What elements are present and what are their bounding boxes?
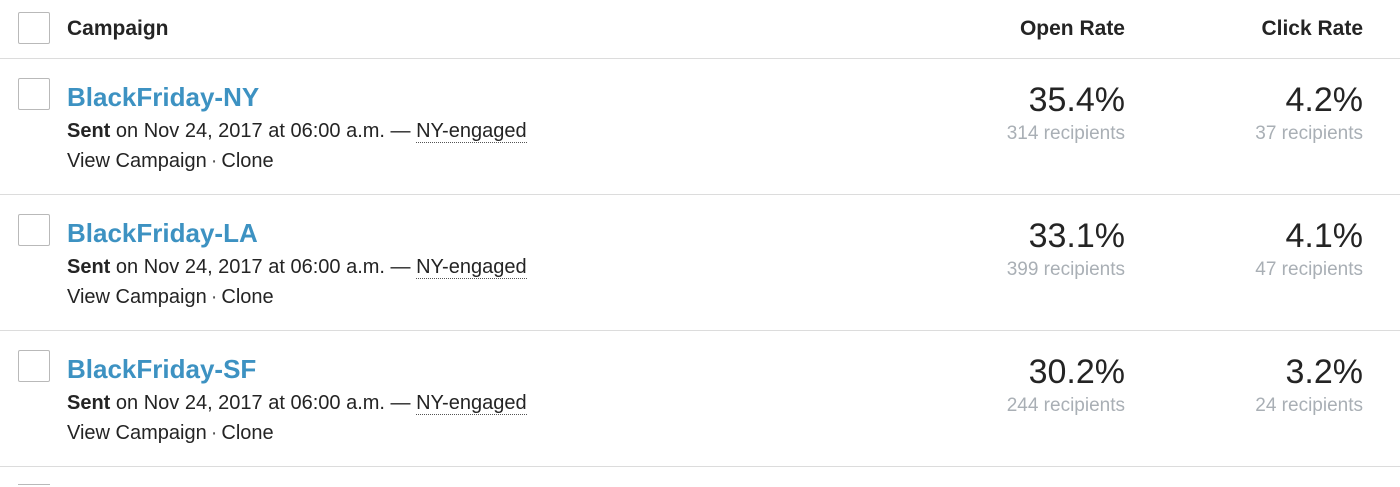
open-recipients: 244 recipients [1006,395,1125,416]
open-rate-value: 35.4% [1028,81,1125,119]
open-rate-value: 33.1% [1028,217,1125,255]
click-recipients: 47 recipients [1255,259,1363,280]
sent-label: Sent [67,256,111,278]
open-recipients: 399 recipients [1006,259,1125,280]
row-checkbox[interactable] [18,78,50,110]
sent-label: Sent [67,392,111,414]
row-actions: View Campaign · Clone [67,421,274,445]
row-checkbox[interactable] [18,350,50,382]
click-rate-column-header[interactable]: Click Rate [1261,16,1363,42]
segment-link[interactable]: NY-engaged [416,120,527,143]
sent-info: Sent on Nov 24, 2017 at 06:00 a.m. — NY-… [67,119,527,143]
open-recipients: 314 recipients [1006,123,1125,144]
sent-detail: on Nov 24, 2017 at 06:00 a.m. — [110,256,417,278]
view-campaign-link[interactable]: View Campaign [67,150,207,172]
campaign-name-link[interactable]: BlackFriday-LA [67,218,258,248]
row-actions: View Campaign · Clone [67,149,274,173]
view-campaign-link[interactable]: View Campaign [67,422,207,444]
action-separator: · [210,150,218,172]
table-header: Campaign Open Rate Click Rate [0,0,1400,59]
campaign-name-link[interactable]: BlackFriday-SF [67,354,256,384]
clone-link[interactable]: Clone [221,150,273,172]
click-recipients: 37 recipients [1255,123,1363,144]
campaign-name-link[interactable]: BlackFriday-NY [67,82,259,112]
click-rate-value: 4.2% [1285,81,1364,119]
action-separator: · [210,422,218,444]
click-rate-value: 4.1% [1285,217,1364,255]
segment-link[interactable]: NY-engaged [416,256,527,279]
sent-label: Sent [67,120,111,142]
sent-info: Sent on Nov 24, 2017 at 06:00 a.m. — NY-… [67,255,527,279]
row-checkbox[interactable] [18,214,50,246]
segment-link[interactable]: NY-engaged [416,392,527,415]
select-all-checkbox[interactable] [18,12,50,44]
row-actions: View Campaign · Clone [67,285,274,309]
open-rate-column-header[interactable]: Open Rate [1020,16,1125,42]
campaign-column-header[interactable]: Campaign [67,16,169,42]
view-campaign-link[interactable]: View Campaign [67,286,207,308]
clone-link[interactable]: Clone [221,286,273,308]
click-recipients: 24 recipients [1255,395,1363,416]
sent-detail: on Nov 24, 2017 at 06:00 a.m. — [110,392,417,414]
sent-info: Sent on Nov 24, 2017 at 06:00 a.m. — NY-… [67,391,527,415]
clone-link[interactable]: Clone [221,422,273,444]
table-row: BlackFriday-SF Sent on Nov 24, 2017 at 0… [0,331,1400,467]
open-rate-value: 30.2% [1028,353,1125,391]
sent-detail: on Nov 24, 2017 at 06:00 a.m. — [110,120,417,142]
table-row: BlackFriday-NY Sent on Nov 24, 2017 at 0… [0,59,1400,195]
table-row: BlackFriday-LA Sent on Nov 24, 2017 at 0… [0,195,1400,331]
click-rate-value: 3.2% [1285,353,1364,391]
action-separator: · [210,286,218,308]
